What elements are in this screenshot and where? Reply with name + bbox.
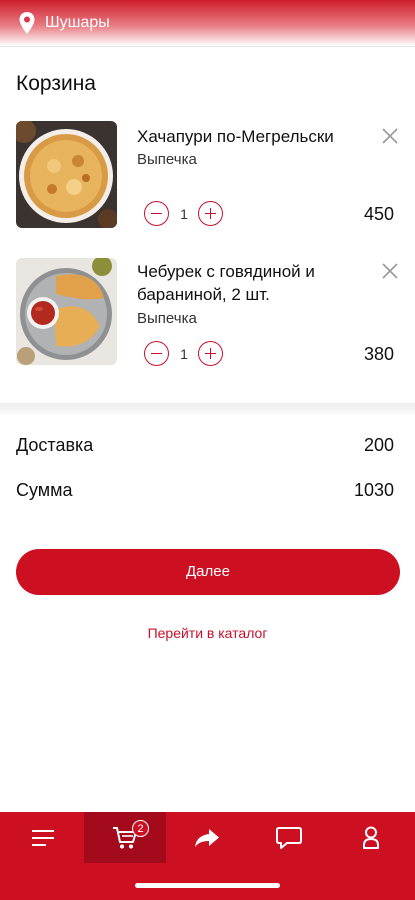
decrease-quantity-button[interactable]: [144, 341, 169, 366]
increase-quantity-button[interactable]: [198, 201, 223, 226]
delivery-value: 200: [363, 435, 394, 455]
item-price: 380: [363, 344, 394, 364]
top-bar: Шушары: [0, 0, 415, 47]
increase-quantity-button[interactable]: [198, 341, 223, 366]
item-category: Выпечка: [137, 151, 197, 168]
item-quantity: 1: [180, 206, 188, 222]
total-value: 1030: [353, 480, 394, 500]
item-name: Чебурек с говядиной и бараниной, 2 шт.: [137, 262, 315, 304]
menu-icon: [32, 829, 54, 846]
home-indicator[interactable]: [135, 883, 280, 888]
delivery-label: Доставка: [16, 435, 94, 455]
decrease-quantity-button[interactable]: [144, 201, 169, 226]
delivery-row: Доставка 200: [16, 435, 394, 456]
nav-menu[interactable]: [2, 812, 84, 863]
item-price: 450: [363, 204, 394, 224]
bottom-nav: 2: [0, 812, 415, 900]
cart-badge: 2: [132, 820, 149, 837]
remove-item-icon[interactable]: [380, 126, 400, 146]
location-label[interactable]: Шушары: [45, 14, 110, 32]
page-title: Корзина: [16, 72, 96, 95]
share-icon: [195, 828, 219, 847]
total-label: Сумма: [16, 480, 73, 500]
location-pin-icon[interactable]: [18, 11, 36, 35]
cart-item: Чебурек с говядиной и бараниной, 2 шт. В…: [0, 258, 415, 378]
section-divider: [0, 403, 415, 417]
chat-icon: [276, 826, 302, 849]
cheburek-image[interactable]: [16, 258, 117, 365]
next-button[interactable]: Далее: [16, 549, 400, 595]
profile-icon: [363, 826, 379, 849]
nav-share[interactable]: [166, 812, 248, 863]
item-category: Выпечка: [137, 310, 197, 327]
nav-profile[interactable]: [330, 812, 412, 863]
item-name: Хачапури по-Мегрельски: [137, 127, 334, 146]
nav-chat[interactable]: [248, 812, 330, 863]
total-row: Сумма 1030: [16, 480, 394, 501]
cart-item: Хачапури по-Мегрельски Выпечка 1 450: [0, 121, 415, 241]
nav-cart[interactable]: 2: [84, 812, 166, 863]
item-quantity: 1: [180, 346, 188, 362]
khachapuri-image[interactable]: [16, 121, 117, 228]
remove-item-icon[interactable]: [380, 261, 400, 281]
go-to-catalog-link[interactable]: Перейти в каталог: [0, 625, 415, 641]
